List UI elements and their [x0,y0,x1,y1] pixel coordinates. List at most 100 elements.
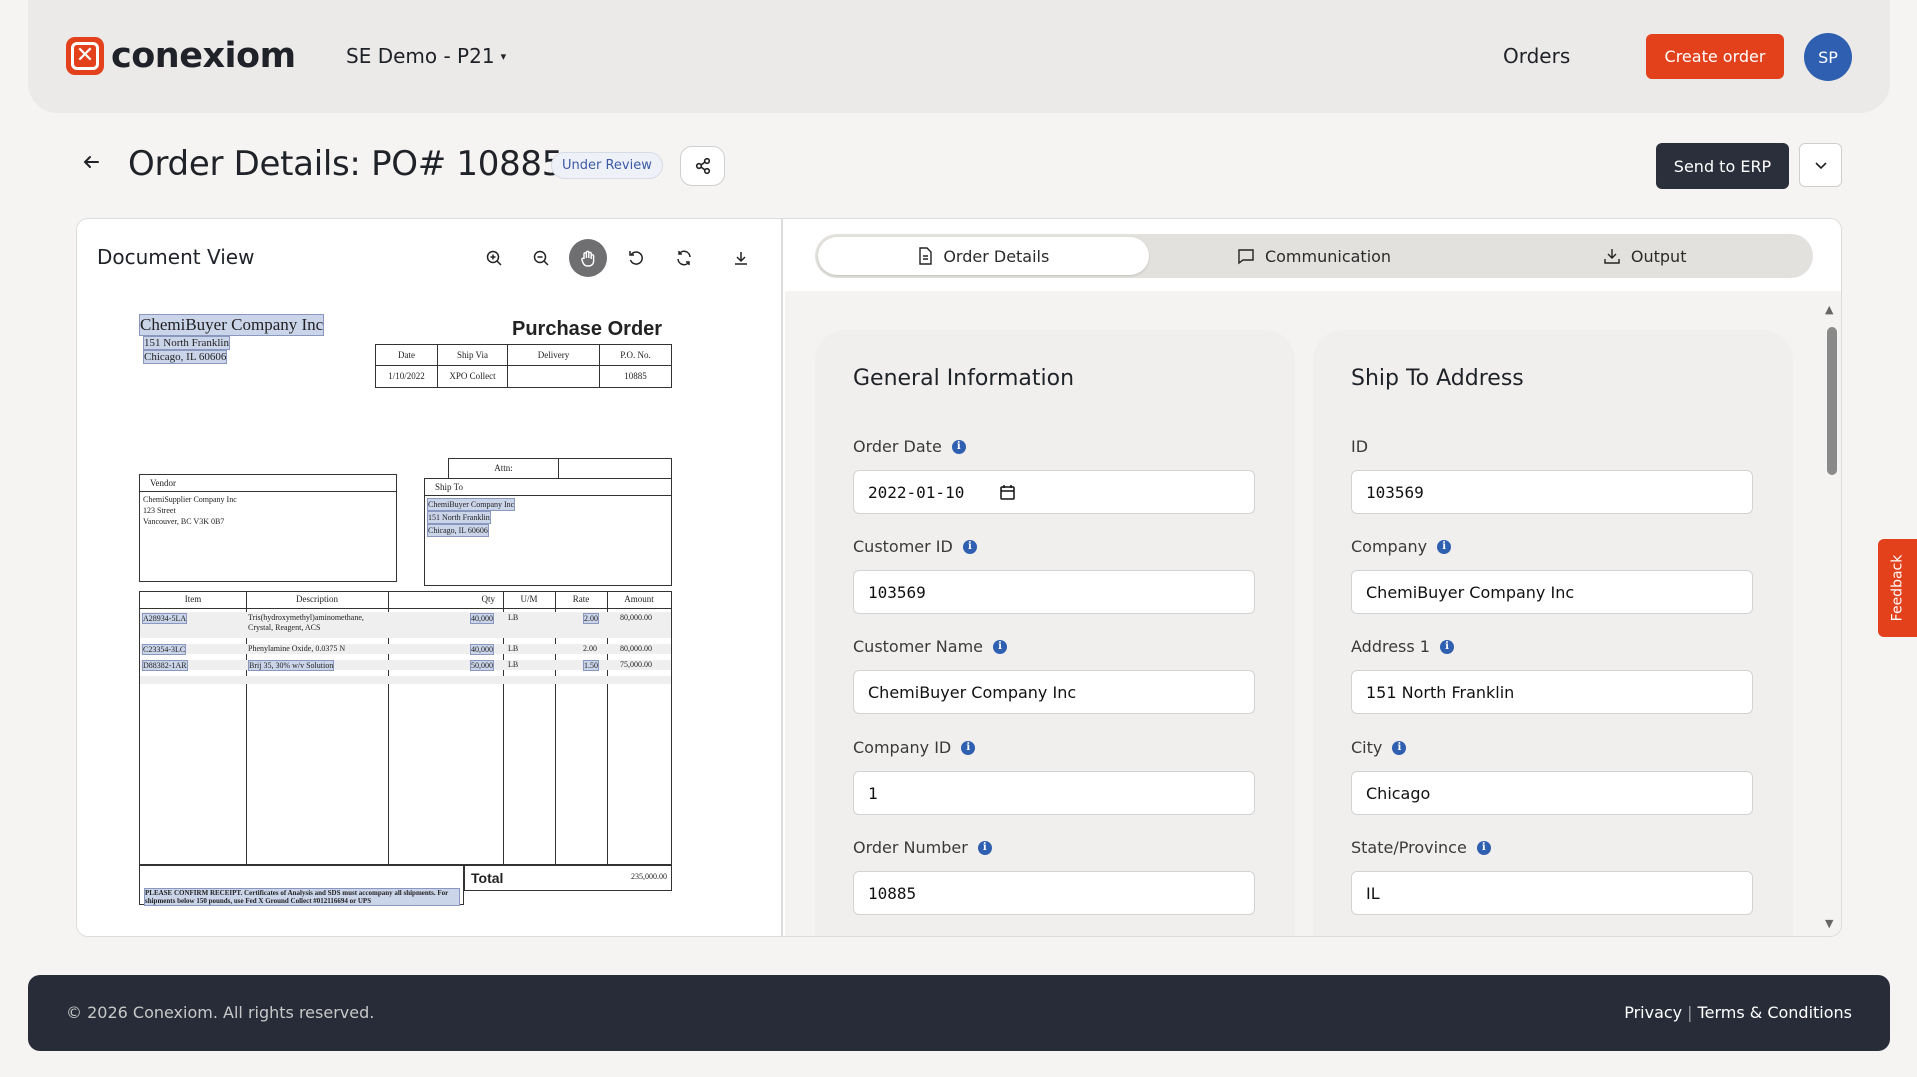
hand-pan-icon[interactable] [569,239,607,277]
document-view-title: Document View [97,245,255,269]
doc-line-item: C23354-3LC [142,644,187,655]
info-icon[interactable]: i [1439,639,1454,654]
tab-label: Communication [1264,246,1392,266]
chat-icon [1238,249,1254,265]
tab-output[interactable]: Output [1479,237,1810,275]
scrollbar-thumb[interactable] [1827,327,1837,475]
doc-note-box: PLEASE CONFIRM RECEIPT. Certificates of … [139,865,464,906]
doc-total-box: Total 235,000.00 [464,865,672,891]
doc-vendor-line: 123 Street [143,506,176,515]
ship-to-company-input[interactable]: ChemiBuyer Company Inc [1351,570,1753,614]
rotate-left-icon[interactable] [617,239,655,277]
doc-address-line2: Chicago, IL 60606 [143,350,228,364]
tab-communication[interactable]: Communication [1149,237,1480,275]
info-icon[interactable]: i [993,639,1008,654]
download-icon[interactable] [722,239,760,277]
doc-line-rate: 1.50 [583,660,599,671]
doc-line-col: Description [296,594,338,604]
ship-to-id-input[interactable]: 103569 [1351,470,1753,514]
doc-attn-box: Attn: [448,458,672,479]
detail-tabs: Order Details Communication Output [815,234,1813,278]
ship-to-city-input[interactable]: Chicago [1351,771,1753,815]
tab-label: Order Details [943,246,1050,266]
doc-line-desc: Phenylamine Oxide, 0.0375 N [248,644,346,653]
company-id-input[interactable]: 1 [853,771,1255,815]
customer-id-input[interactable]: 103569 [853,570,1255,614]
doc-hdr-val: 10885 [624,371,647,381]
zoom-out-icon[interactable] [522,239,560,277]
ship-to-state-input[interactable]: IL [1351,871,1753,915]
workspace-selector[interactable]: SE Demo - P21 ▾ [346,44,506,68]
order-number-input[interactable]: 10885 [853,871,1255,915]
zoom-in-icon[interactable] [475,239,513,277]
doc-line-um: LB [508,660,519,669]
doc-address-line1: 151 North Franklin [143,336,230,350]
order-detail-pane: Order Details Communication Output Gener… [785,219,1841,936]
more-actions-button[interactable] [1799,143,1842,187]
ship-to-address1-input[interactable]: 151 North Franklin [1351,670,1753,714]
doc-hdr-col: P.O. No. [620,350,651,360]
status-badge: Under Review [551,152,663,179]
main-panel: Document View ChemiBuyer Company Inc 151… [76,218,1842,937]
chevron-down-icon: ▾ [500,49,507,63]
doc-attn-label: Attn: [449,459,559,478]
footer-separator: | [1687,1003,1693,1022]
user-avatar[interactable]: SP [1804,33,1852,81]
doc-shipto-line: Chicago, IL 60606 [427,524,489,537]
doc-line-um: LB [508,644,519,653]
field-label-customer-id: Customer ID i [853,537,977,556]
info-icon[interactable]: i [977,840,992,855]
field-label-company: Company i [1351,537,1452,556]
privacy-link[interactable]: Privacy [1624,1003,1682,1022]
doc-shipto-label: Ship To [425,479,671,496]
doc-line-rate: 2.00 [583,644,597,653]
conexiom-logo[interactable]: ✕ conexiom [66,36,296,76]
send-to-erp-button[interactable]: Send to ERP [1656,143,1789,189]
share-button[interactable] [680,146,725,186]
doc-line-item: D88382-1AR [142,660,188,671]
info-icon[interactable]: i [962,539,977,554]
doc-line-um: LB [508,613,519,622]
refresh-icon[interactable] [665,239,703,277]
doc-line-amount: 80,000.00 [620,644,652,653]
doc-line-col: Qty [481,594,496,604]
doc-total-label: Total [471,870,504,886]
doc-shipto-box: Ship To ChemiBuyer Company Inc 151 North… [424,478,672,586]
doc-vendor-label: Vendor [140,475,396,492]
customer-name-input[interactable]: ChemiBuyer Company Inc [853,670,1255,714]
info-icon[interactable]: i [1437,539,1452,554]
feedback-tab[interactable]: Feedback [1878,539,1917,637]
info-icon[interactable]: i [1476,840,1491,855]
terms-link[interactable]: Terms & Conditions [1698,1003,1852,1022]
doc-line-item: A28934-5LA [142,613,188,624]
doc-line-qty: 40,000 [470,613,494,624]
logo-text: conexiom [111,36,296,76]
info-icon[interactable]: i [961,740,976,755]
doc-hdr-col: Delivery [508,345,600,365]
create-order-button[interactable]: Create order [1646,34,1784,79]
doc-line-qty: 40,000 [470,644,494,655]
field-label-city: City i [1351,738,1407,757]
order-date-input[interactable]: 2022-01-10 [853,470,1255,514]
doc-shipto-line: 151 North Franklin [427,511,491,524]
tab-order-details[interactable]: Order Details [818,237,1149,275]
info-icon[interactable]: i [951,439,966,454]
footer: © 2026 Conexiom. All rights reserved. Pr… [28,975,1890,1051]
field-label-customer-name: Customer Name i [853,637,1008,656]
scroll-down-arrow-icon[interactable]: ▼ [1825,917,1833,930]
field-label-address-1: Address 1i [1351,637,1454,656]
doc-hdr-col: Ship Via [438,345,508,365]
doc-company-name: ChemiBuyer Company Inc [139,314,325,336]
back-arrow-icon[interactable] [82,152,100,177]
copyright-text: © 2026 Conexiom. All rights reserved. [66,1003,375,1022]
doc-header-table: Date Ship Via Delivery P.O. No. 1/10/202… [375,344,672,388]
nav-orders-link[interactable]: Orders [1503,44,1570,68]
info-icon[interactable]: i [1392,740,1407,755]
tab-label: Output [1630,246,1687,266]
workspace-label: SE Demo - P21 [346,44,495,68]
doc-vendor-line: ChemiSupplier Company Inc [143,495,237,504]
doc-shipto-line: ChemiBuyer Company Inc [427,498,516,511]
calendar-icon[interactable] [1000,484,1016,500]
doc-line-col: U/M [520,594,538,604]
scroll-up-arrow-icon[interactable]: ▲ [1825,303,1833,316]
